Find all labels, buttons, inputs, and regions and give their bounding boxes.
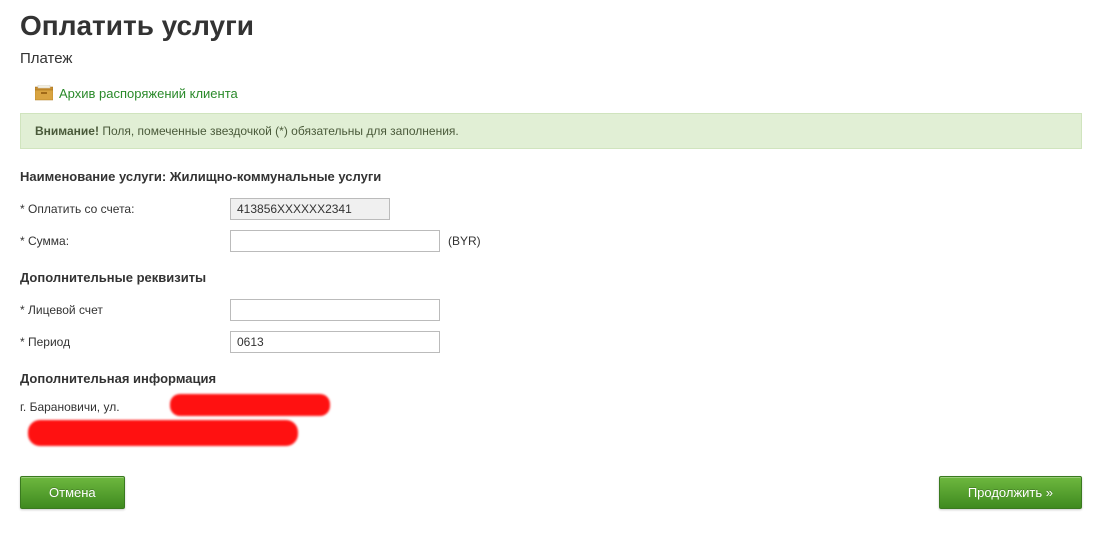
personal-account-label: * Лицевой счет — [20, 303, 230, 317]
notice-strong: Внимание! — [35, 124, 99, 138]
redaction-mark-1 — [170, 394, 330, 416]
period-row: * Период — [20, 331, 1082, 353]
amount-row: * Сумма: (BYR) — [20, 230, 1082, 252]
address-line: г. Барановичи, ул. — [20, 400, 1082, 414]
info-heading: Дополнительная информация — [20, 371, 1082, 386]
period-label: * Период — [20, 335, 230, 349]
currency-label: (BYR) — [448, 234, 481, 248]
archive-link-row: Архив распоряжений клиента — [35, 85, 1082, 101]
service-name-row: Наименование услуги: Жилищно-коммунальны… — [20, 169, 1082, 184]
button-row: Отмена Продолжить » — [20, 476, 1082, 509]
notice-text: Поля, помеченные звездочкой (*) обязател… — [99, 124, 459, 138]
cancel-button[interactable]: Отмена — [20, 476, 125, 509]
notice-box: Внимание! Поля, помеченные звездочкой (*… — [20, 113, 1082, 149]
account-label: * Оплатить со счета: — [20, 202, 230, 216]
amount-label: * Сумма: — [20, 234, 230, 248]
account-row: * Оплатить со счета: — [20, 198, 1082, 220]
personal-account-input[interactable] — [230, 299, 440, 321]
service-name: Жилищно-коммунальные услуги — [170, 169, 381, 184]
amount-input[interactable] — [230, 230, 440, 252]
page-title: Оплатить услуги — [20, 10, 1082, 42]
redaction-mark-2 — [28, 420, 298, 446]
archive-link[interactable]: Архив распоряжений клиента — [59, 86, 238, 101]
continue-button[interactable]: Продолжить » — [939, 476, 1082, 509]
address-prefix: г. Барановичи, ул. — [20, 400, 120, 414]
personal-account-row: * Лицевой счет — [20, 299, 1082, 321]
page-subtitle: Платеж — [20, 50, 1082, 67]
service-label-prefix: Наименование услуги: — [20, 169, 170, 184]
account-input — [230, 198, 390, 220]
archive-icon — [35, 85, 53, 101]
period-input[interactable] — [230, 331, 440, 353]
extra-heading: Дополнительные реквизиты — [20, 270, 1082, 285]
